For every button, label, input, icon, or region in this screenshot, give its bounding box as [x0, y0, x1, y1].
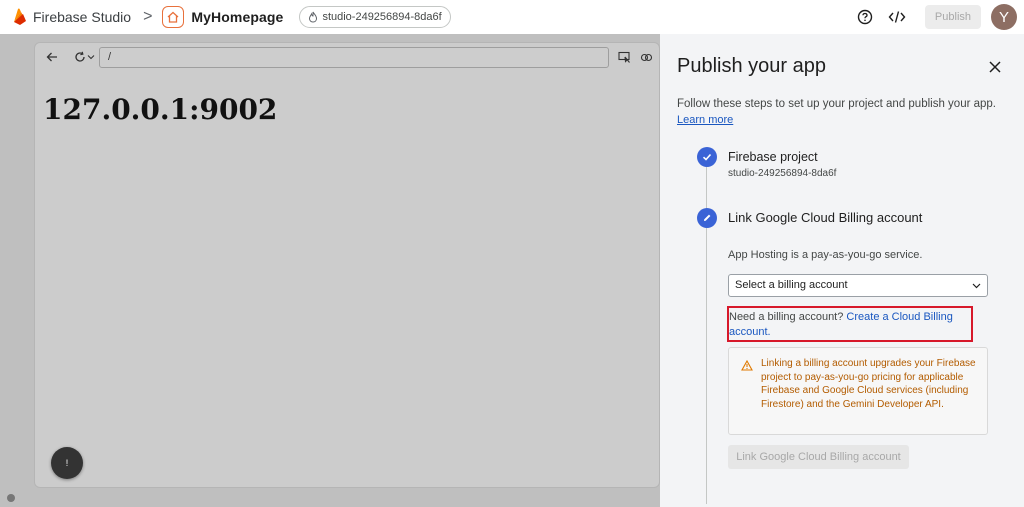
link-icon[interactable] — [637, 48, 655, 66]
edit-icon — [697, 208, 717, 228]
preview-area: / 127.0.0.1:9002 ! — [0, 34, 660, 507]
publish-panel: Publish your app Follow these steps to s… — [660, 34, 1024, 507]
billing-warning: Linking a billing account upgrades your … — [728, 347, 988, 435]
warning-text: Linking a billing account upgrades your … — [761, 358, 976, 410]
chevron-down-icon[interactable] — [87, 53, 95, 61]
close-icon[interactable] — [986, 58, 1004, 76]
chevron-down-icon — [972, 275, 981, 298]
help-icon[interactable] — [855, 7, 875, 27]
billing-select-value: Select a billing account — [735, 279, 848, 291]
learn-more-link[interactable]: Learn more — [677, 114, 733, 126]
step1-title: Firebase project — [728, 150, 818, 164]
brand-name: Firebase Studio — [33, 9, 132, 25]
warning-icon — [741, 358, 753, 376]
need-billing-callout: Need a billing account? Create a Cloud B… — [727, 306, 973, 342]
project-id-label: studio-249256894-8da6f — [322, 11, 442, 23]
need-billing-text: Need a billing account? — [729, 311, 847, 323]
avatar[interactable]: Y — [991, 4, 1017, 30]
flame-icon — [309, 11, 318, 23]
firebase-logo-icon — [12, 8, 27, 26]
code-icon[interactable] — [887, 7, 907, 27]
billing-account-select[interactable]: Select a billing account — [728, 274, 988, 297]
project-id-chip[interactable]: studio-249256894-8da6f — [299, 6, 451, 28]
chevron-right-icon: > — [143, 8, 153, 25]
page-heading: 127.0.0.1:9002 — [43, 93, 278, 126]
step2-text: App Hosting is a pay-as-you-go service. — [728, 249, 923, 261]
brand[interactable]: Firebase Studio — [12, 8, 131, 26]
floating-action-button[interactable]: ! — [51, 447, 83, 479]
project-name[interactable]: MyHomepage — [191, 9, 283, 25]
url-input[interactable]: / — [99, 47, 609, 68]
home-icon — [162, 6, 185, 28]
panel-title: Publish your app — [677, 55, 826, 77]
status-indicator — [7, 494, 15, 502]
publish-button[interactable]: Publish — [924, 5, 981, 29]
browser-toolbar: / — [35, 43, 659, 71]
step1-subtitle: studio-249256894-8da6f — [728, 168, 837, 179]
panel-description: Follow these steps to set up your projec… — [677, 96, 1017, 128]
description-text: Follow these steps to set up your projec… — [677, 98, 996, 110]
preview-browser: / 127.0.0.1:9002 ! — [34, 42, 660, 488]
top-bar: Firebase Studio > MyHomepage studio-2492… — [0, 0, 1024, 34]
link-billing-account-button[interactable]: Link Google Cloud Billing account — [728, 445, 909, 469]
back-arrow-icon[interactable] — [43, 48, 61, 66]
inspect-icon[interactable] — [615, 48, 633, 66]
check-icon — [697, 147, 717, 167]
step2-title: Link Google Cloud Billing account — [728, 210, 923, 225]
